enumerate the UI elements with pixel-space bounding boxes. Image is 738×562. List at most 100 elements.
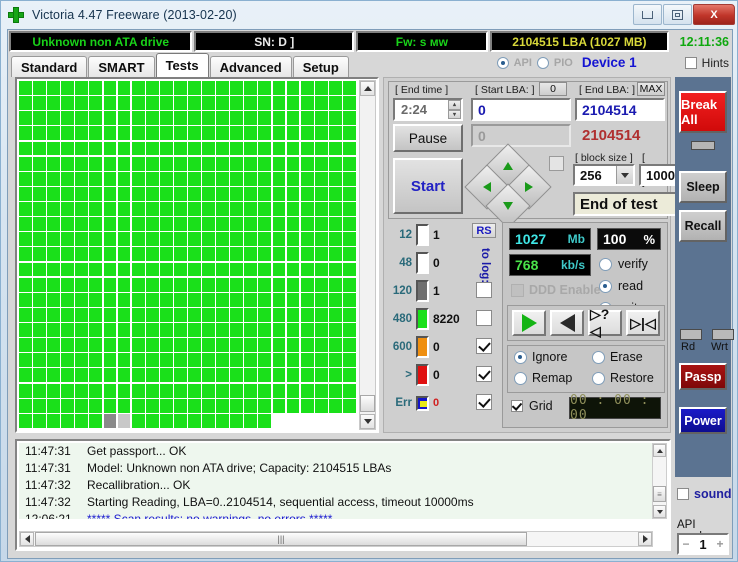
defect-action-ignore[interactable]: Ignore bbox=[514, 350, 567, 364]
rs-button[interactable]: RS bbox=[472, 223, 496, 238]
to-log-checkbox[interactable] bbox=[476, 310, 492, 326]
mode-option-verify[interactable]: verify bbox=[599, 253, 648, 275]
log-hscroll-thumb[interactable]: ||| bbox=[35, 532, 527, 546]
sound-row[interactable]: sound bbox=[677, 487, 732, 501]
random-scan-button[interactable]: ▷?◁ bbox=[588, 306, 622, 339]
sound-checkbox[interactable] bbox=[677, 488, 689, 500]
map-cell bbox=[286, 111, 300, 126]
mode-option-read[interactable]: read bbox=[599, 275, 648, 297]
map-cell bbox=[202, 383, 215, 398]
pio-radio[interactable] bbox=[536, 56, 549, 69]
forward-scan-button[interactable] bbox=[512, 310, 546, 336]
ddd-enable-row[interactable]: DDD Enable bbox=[511, 283, 601, 297]
map-cell bbox=[33, 338, 46, 353]
map-cell bbox=[131, 307, 145, 322]
api-number-increment[interactable]: + bbox=[713, 537, 727, 551]
log-scroll-up-arrow[interactable] bbox=[653, 444, 666, 457]
log-message: Get passport... OK bbox=[87, 444, 187, 458]
map-cell bbox=[314, 186, 328, 201]
map-cell bbox=[286, 277, 300, 292]
end-lba-max-button[interactable]: MAX bbox=[637, 82, 665, 96]
tab-advanced[interactable]: Advanced bbox=[209, 56, 292, 77]
defect-action-erase[interactable]: Erase bbox=[592, 350, 643, 364]
map-cell bbox=[75, 126, 89, 141]
end-lba-input[interactable]: 2104514 bbox=[575, 98, 665, 121]
defect-action-remap[interactable]: Remap bbox=[514, 371, 572, 385]
pause-button[interactable]: Pause bbox=[393, 124, 463, 152]
end-time-spinner[interactable]: ▴ ▾ bbox=[448, 100, 461, 119]
map-cell bbox=[117, 323, 131, 337]
mode-radio[interactable] bbox=[599, 279, 612, 293]
defect-action-label: Ignore bbox=[532, 350, 568, 364]
log-scroll-left-arrow[interactable] bbox=[20, 532, 34, 546]
minimize-button[interactable] bbox=[633, 4, 662, 25]
grid-toggle-row[interactable]: Grid bbox=[511, 399, 553, 413]
close-button[interactable]: X bbox=[693, 4, 735, 25]
defect-action-restore[interactable]: Restore bbox=[592, 371, 654, 385]
map-cell bbox=[117, 262, 131, 277]
log-scrollbar-thumb[interactable]: ≡ bbox=[653, 486, 666, 502]
maximize-button[interactable] bbox=[663, 4, 692, 25]
map-cell bbox=[33, 323, 46, 337]
start-lba-zero-button[interactable]: 0 bbox=[539, 82, 567, 96]
scroll-up-arrow[interactable] bbox=[360, 81, 375, 96]
to-log-checkbox[interactable] bbox=[476, 338, 492, 354]
hints-checkbox[interactable] bbox=[684, 56, 697, 69]
api-number-decrement[interactable]: − bbox=[679, 537, 693, 551]
tab-smart[interactable]: SMART bbox=[88, 56, 155, 77]
grid-checkbox[interactable] bbox=[511, 400, 523, 412]
map-cell bbox=[173, 96, 187, 111]
to-log-checkbox[interactable] bbox=[476, 394, 492, 410]
mode-radio[interactable] bbox=[599, 257, 612, 271]
log-scroll-right-arrow[interactable] bbox=[638, 532, 652, 546]
ddd-enable-checkbox[interactable] bbox=[511, 283, 524, 297]
tab-standard[interactable]: Standard bbox=[11, 56, 88, 77]
backward-scan-button[interactable] bbox=[550, 310, 584, 336]
passport-button[interactable]: Passp bbox=[679, 363, 727, 390]
surface-map-scrollbar[interactable] bbox=[359, 80, 376, 430]
defect-action-radio[interactable] bbox=[592, 350, 605, 364]
defect-action-radio[interactable] bbox=[514, 350, 527, 364]
progress-mini-bar bbox=[691, 141, 715, 150]
scrollbar-thumb[interactable] bbox=[360, 395, 375, 412]
tab-setup[interactable]: Setup bbox=[292, 56, 349, 77]
to-log-checkbox[interactable] bbox=[476, 282, 492, 298]
to-log-checkbox[interactable] bbox=[476, 366, 492, 382]
map-cell bbox=[89, 141, 103, 156]
butterfly-scan-button[interactable]: ▷|◁ bbox=[626, 310, 660, 336]
map-cell bbox=[33, 247, 46, 262]
log-text-area[interactable]: 11:47:31 Get passport... OK 11:47:31 Model:… bbox=[19, 443, 653, 519]
break-all-button[interactable]: Break All bbox=[679, 91, 727, 133]
map-cell bbox=[159, 413, 173, 428]
map-cell bbox=[286, 96, 300, 111]
end-time-down-button[interactable]: ▾ bbox=[448, 109, 461, 119]
map-cell bbox=[19, 413, 32, 428]
scroll-down-arrow[interactable] bbox=[360, 414, 375, 429]
map-cell bbox=[216, 353, 230, 368]
end-time-up-button[interactable]: ▴ bbox=[448, 100, 461, 110]
map-cell bbox=[314, 353, 328, 368]
recall-button[interactable]: Recall bbox=[679, 210, 727, 242]
surface-map-grid[interactable] bbox=[19, 81, 357, 429]
map-cell bbox=[145, 413, 159, 428]
start-button[interactable]: Start bbox=[393, 158, 463, 214]
map-cell bbox=[216, 217, 230, 232]
start-lba-input[interactable]: 0 bbox=[471, 98, 571, 121]
pad-checkbox[interactable] bbox=[549, 156, 564, 171]
map-cell bbox=[19, 126, 32, 141]
random-seek-icon: ▷?◁ bbox=[590, 306, 610, 339]
api-radio[interactable] bbox=[496, 56, 509, 69]
sleep-button[interactable]: Sleep bbox=[679, 171, 727, 203]
block-size-select[interactable]: 256 bbox=[573, 164, 635, 186]
log-timestamp: 12:06:21 bbox=[25, 512, 72, 519]
log-vertical-scrollbar[interactable]: ≡ bbox=[652, 443, 667, 519]
log-horizontal-scrollbar[interactable]: ||| bbox=[19, 531, 653, 547]
log-scroll-down-arrow[interactable] bbox=[653, 505, 666, 518]
defect-action-radio[interactable] bbox=[592, 371, 605, 385]
api-number-stepper[interactable]: − 1 + bbox=[677, 533, 729, 555]
tab-tests[interactable]: Tests bbox=[155, 53, 209, 77]
map-cell bbox=[202, 323, 215, 337]
power-button[interactable]: Power bbox=[679, 407, 727, 434]
end-time-field[interactable]: 2:24 ▴ ▾ bbox=[393, 98, 463, 121]
defect-action-radio[interactable] bbox=[514, 371, 527, 385]
